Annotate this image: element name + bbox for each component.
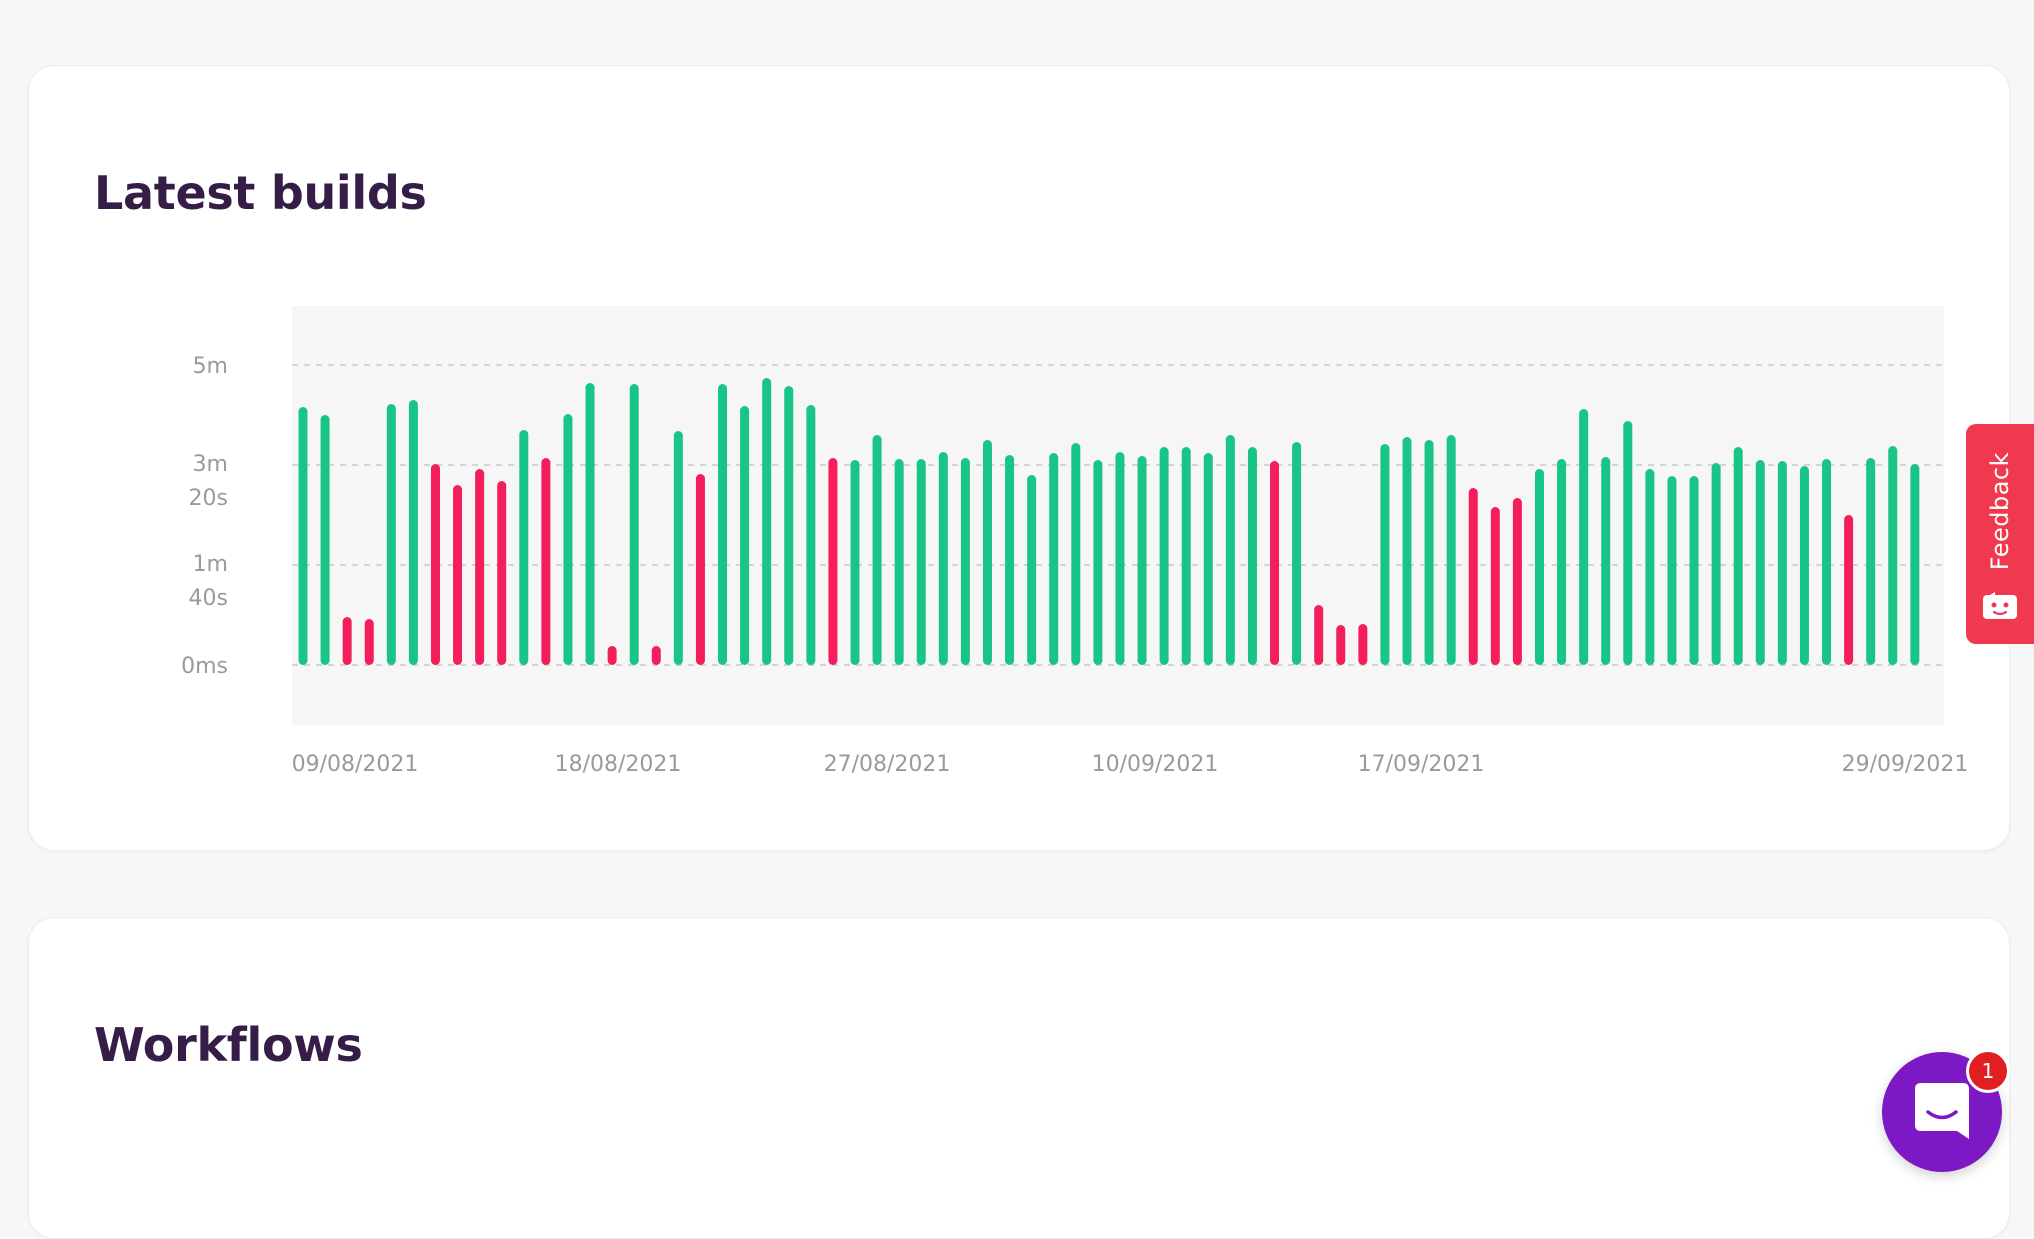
build-bar-success[interactable]: [1402, 437, 1412, 665]
build-bar-success[interactable]: [563, 414, 573, 665]
build-bar-failed[interactable]: [497, 481, 507, 665]
x-tick-label: 09/08/2021: [292, 752, 419, 777]
build-bar-success[interactable]: [408, 400, 418, 665]
builds-chart: 0ms 1m 40s 3m 20s 5m 09/08/2021 18/08/2021 27/0…: [181, 306, 1969, 777]
build-bar-failed[interactable]: [1490, 507, 1500, 665]
build-bar-success[interactable]: [386, 404, 396, 665]
build-bar-success[interactable]: [1888, 446, 1898, 665]
x-tick-label: 29/09/2021: [1842, 752, 1969, 777]
build-bar-success[interactable]: [1027, 475, 1037, 665]
build-bar-success[interactable]: [1115, 452, 1125, 665]
x-tick-label: 27/08/2021: [824, 752, 951, 777]
build-bar-failed[interactable]: [342, 617, 352, 665]
build-bar-success[interactable]: [1866, 458, 1876, 665]
build-bar-success[interactable]: [1910, 464, 1920, 665]
build-bar-failed[interactable]: [364, 619, 374, 665]
build-bar-success[interactable]: [1181, 447, 1191, 665]
feedback-face-icon: [1983, 592, 2017, 619]
build-bar-success[interactable]: [916, 459, 926, 665]
build-bar-success[interactable]: [938, 452, 948, 665]
y-tick-label: 0ms: [181, 654, 228, 679]
build-bar-failed[interactable]: [828, 458, 838, 665]
chat-bubble-icon: [1915, 1083, 1969, 1139]
build-bar-success[interactable]: [298, 407, 308, 665]
build-bar-success[interactable]: [960, 458, 970, 665]
build-bar-success[interactable]: [1623, 421, 1633, 665]
build-bar-success[interactable]: [1579, 409, 1589, 665]
build-bar-failed[interactable]: [1512, 498, 1522, 665]
build-bar-success[interactable]: [1292, 442, 1302, 665]
build-bar-success[interactable]: [1733, 447, 1743, 665]
build-bar-success[interactable]: [519, 430, 529, 665]
build-bar-success[interactable]: [1247, 447, 1257, 665]
build-bar-failed[interactable]: [541, 458, 551, 665]
build-bar-success[interactable]: [762, 378, 772, 665]
build-bar-success[interactable]: [1557, 459, 1567, 665]
chat-unread-badge: 1: [1966, 1049, 2010, 1093]
build-bar-success[interactable]: [740, 406, 750, 665]
build-bar-success[interactable]: [1093, 460, 1103, 665]
y-tick-label: 5m: [193, 354, 228, 379]
build-bar-failed[interactable]: [607, 646, 617, 665]
x-tick-label: 17/09/2021: [1358, 752, 1485, 777]
build-bar-success[interactable]: [1645, 469, 1655, 665]
build-bar-success[interactable]: [1667, 476, 1677, 665]
build-bar-success[interactable]: [1689, 476, 1699, 665]
x-axis: 09/08/2021 18/08/2021 27/08/2021 10/09/2021…: [292, 752, 1969, 777]
build-bar-success[interactable]: [1159, 447, 1169, 665]
build-bar-success[interactable]: [1777, 461, 1787, 665]
build-bar-success[interactable]: [1380, 444, 1390, 665]
build-bar-success[interactable]: [784, 386, 794, 665]
build-bar-failed[interactable]: [695, 474, 705, 665]
build-bar-success[interactable]: [1711, 463, 1721, 665]
y-tick-label: 3m 20s: [189, 452, 228, 511]
build-bar-success[interactable]: [806, 405, 816, 665]
build-bar-success[interactable]: [629, 384, 639, 665]
build-bar-failed[interactable]: [651, 646, 661, 665]
build-bar-failed[interactable]: [1336, 625, 1346, 665]
build-bar-success[interactable]: [1601, 457, 1611, 665]
build-bar-success[interactable]: [1424, 440, 1434, 665]
build-bar-failed[interactable]: [453, 485, 463, 665]
feedback-label: Feedback: [1986, 451, 2014, 570]
build-bar-success[interactable]: [894, 459, 904, 665]
build-bar-failed[interactable]: [475, 469, 485, 665]
build-bar-failed[interactable]: [430, 464, 440, 665]
build-bar-failed[interactable]: [1270, 461, 1280, 665]
build-bar-success[interactable]: [850, 460, 860, 665]
build-bar-success[interactable]: [1071, 443, 1081, 665]
build-bar-success[interactable]: [982, 440, 992, 665]
feedback-tab[interactable]: Feedback: [1966, 424, 2034, 644]
build-bar-success[interactable]: [1799, 466, 1809, 665]
build-bar-success[interactable]: [1822, 459, 1832, 665]
build-bar-success[interactable]: [1005, 455, 1015, 665]
x-tick-label: 10/09/2021: [1092, 752, 1219, 777]
build-bar-failed[interactable]: [1314, 605, 1324, 665]
build-bar-success[interactable]: [1137, 456, 1147, 665]
build-bar-success[interactable]: [1755, 460, 1765, 665]
y-tick-label: 1m 40s: [189, 552, 228, 611]
build-bar-success[interactable]: [673, 431, 683, 665]
build-bar-success[interactable]: [1534, 469, 1544, 665]
build-bar-success[interactable]: [1203, 453, 1213, 665]
build-bar-success[interactable]: [872, 435, 882, 665]
build-bar-success[interactable]: [718, 384, 728, 665]
build-bar-success[interactable]: [585, 383, 595, 665]
build-bar-failed[interactable]: [1358, 624, 1368, 665]
build-bar-success[interactable]: [1225, 435, 1235, 665]
y-axis: 0ms 1m 40s 3m 20s 5m: [181, 354, 228, 679]
build-bar-success[interactable]: [320, 415, 330, 665]
build-bar-success[interactable]: [1049, 453, 1059, 665]
build-bar-failed[interactable]: [1468, 488, 1478, 665]
build-bar-success[interactable]: [1446, 435, 1456, 665]
x-tick-label: 18/08/2021: [555, 752, 682, 777]
build-bar-failed[interactable]: [1844, 515, 1854, 665]
